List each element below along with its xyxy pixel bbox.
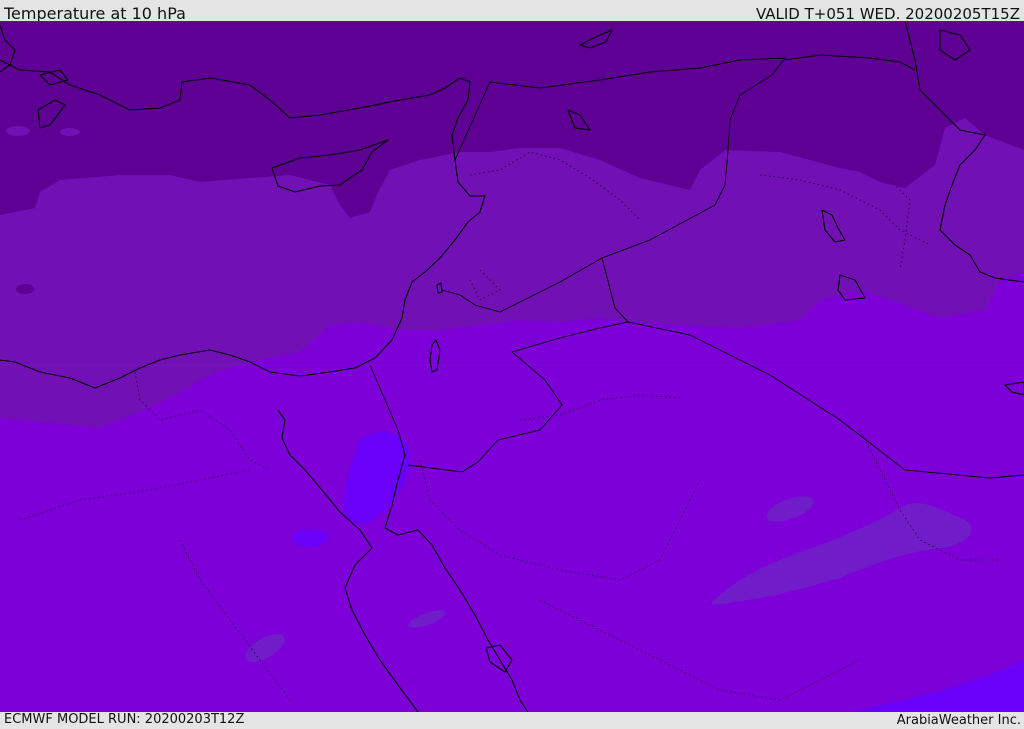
- patch-small-6: [60, 128, 80, 136]
- patch-small-5: [6, 126, 30, 136]
- temperature-map: [0, 21, 1024, 712]
- footer-bar: ECMWF MODEL RUN: 20200203T12Z ArabiaWeat…: [0, 712, 1024, 729]
- credit: ArabiaWeather Inc.: [896, 713, 1021, 728]
- model-run: ECMWF MODEL RUN: 20200203T12Z: [4, 712, 245, 727]
- patch-small-7: [723, 153, 741, 161]
- header-bar: Temperature at 10 hPa VALID T+051 WED. 2…: [0, 0, 1024, 23]
- patch-small-4: [16, 284, 34, 294]
- band-warm-small: [292, 529, 328, 547]
